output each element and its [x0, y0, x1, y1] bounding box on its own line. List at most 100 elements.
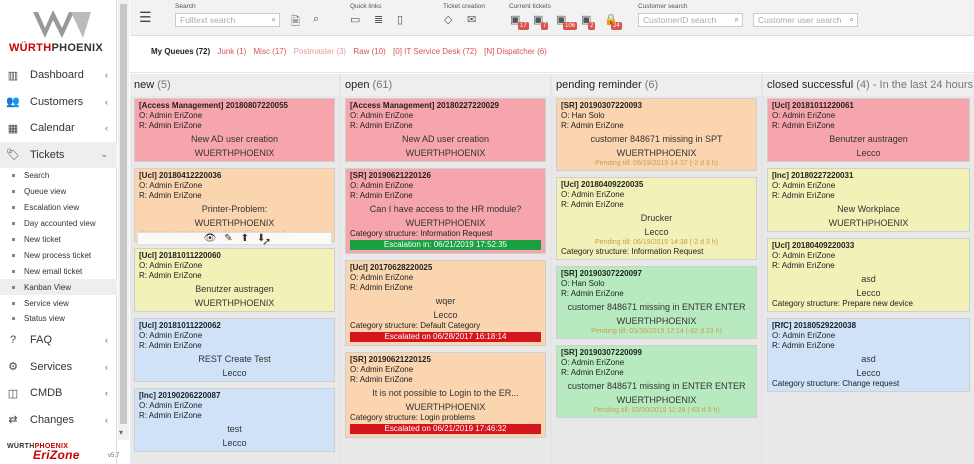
search-icon[interactable]: ⌕: [850, 14, 854, 26]
ticket-card[interactable]: [Ucl] 20180409220035 O: Admin EriZone R:…: [556, 177, 757, 260]
ticket-card[interactable]: [Ucl] 20181011220060 O: Admin EriZone R:…: [134, 248, 335, 312]
sidebar-item-cmdb[interactable]: ◫ CMDB ‹: [0, 380, 117, 407]
pending-till: Pending till: 03/30/2019 17:14 (-82 d 23…: [591, 328, 722, 335]
ticket-number[interactable]: [Ucl] 20180409220033: [772, 241, 965, 251]
column-header: closed successful (4) - In the last 24 h…: [763, 74, 974, 96]
queue-filter-it-service-desk[interactable]: [0] IT Service Desk (72): [393, 47, 477, 56]
sidebar-item-changes[interactable]: ⇄ Changes ‹: [0, 406, 117, 433]
ticket-card[interactable]: [Inc] 20190206220087 O: Admin EriZone R:…: [134, 388, 335, 452]
ticket-number[interactable]: [Ucl] 20170628220025: [350, 263, 541, 273]
ticket-number[interactable]: [SR] 20190621220125: [350, 355, 541, 365]
customer-user-search-input[interactable]: Customer user search ⌕: [753, 13, 858, 27]
book-icon[interactable]: ▯: [397, 13, 403, 26]
pending-till: Pending till: 06/19/2019 14:38 (-2 d 3 h…: [595, 239, 718, 246]
find-icon[interactable]: ⌕: [313, 13, 319, 26]
sidebar-subitem-new-process-ticket[interactable]: New process ticket: [0, 247, 117, 263]
escalation-badge: Escalated on 06/28/2017 16:18:14: [350, 332, 541, 342]
ticket-number[interactable]: [Ucl] 20180412220036: [139, 171, 330, 181]
sidebar-subitem-status-view[interactable]: Status view: [0, 311, 117, 327]
fulltext-search-input[interactable]: Fulltext search ⌕: [175, 13, 280, 27]
sidebar-item-services[interactable]: ⚙ Services ‹: [0, 353, 117, 380]
edit-icon[interactable]: ✎: [224, 233, 232, 244]
customer-id-search-input[interactable]: CustomerID search ⌕: [638, 13, 743, 27]
hamburger-menu-icon[interactable]: ☰: [139, 9, 152, 26]
sidebar-subitem-new-email-ticket[interactable]: New email ticket: [0, 263, 117, 279]
ticket-customer: WUERTHPHOENIX: [405, 218, 486, 228]
queue-filter-postmaster[interactable]: Postmaster (3): [294, 47, 346, 56]
folder-icon[interactable]: ▭: [350, 13, 360, 26]
ticket-number[interactable]: [Access Management] 20180807220055: [139, 101, 330, 111]
ticket-number[interactable]: [SR] 20190307220093: [561, 101, 752, 111]
ticket-number[interactable]: [Inc] 20190206220087: [139, 391, 330, 401]
quicklinks-label: Quick links: [350, 3, 382, 10]
ticket-number[interactable]: [Ucl] 20181011220061: [772, 101, 965, 111]
bullet-icon: [12, 301, 15, 305]
ticket-card[interactable]: [SR] 20190621220125 O: Admin EriZone R: …: [345, 352, 546, 438]
scroll-down-icon[interactable]: ▾: [119, 428, 123, 437]
logo[interactable]: WÜRTHPHOENIX: [6, 6, 118, 56]
email-icon[interactable]: ✉: [467, 13, 476, 26]
ticket-card[interactable]: [Ucl] 20181011220062 O: Admin EriZone R:…: [134, 318, 335, 382]
ticket-card[interactable]: [SR] 20190307220093 O: Han Solo R: Admin…: [556, 98, 757, 171]
ticket-count-badge: 17: [518, 22, 529, 30]
ticket-responsible: R: Admin EriZone: [139, 121, 202, 130]
ticket-number[interactable]: [SR] 20190621220126: [350, 171, 541, 181]
logo-text-phoenix: PHOENIX: [51, 42, 104, 54]
ticket-count-badge: 106: [563, 22, 578, 30]
ticket-card[interactable]: [SR] 20190307220097 O: Han Solo R: Admin…: [556, 266, 757, 339]
sidebar-subitem-search[interactable]: Search: [0, 168, 117, 184]
sidebar-subitem-escalation-view[interactable]: Escalation view: [0, 200, 117, 216]
ticket-card[interactable]: [Ucl] 20181011220061 O: Admin EriZone R:…: [767, 98, 970, 162]
ticket-card[interactable]: [Inc] 20180227220031 O: Admin EriZone R:…: [767, 168, 970, 232]
ticket-number[interactable]: [Ucl] 20180409220035: [561, 180, 752, 190]
ticket-card[interactable]: [SR] 20190307220099 O: Admin EriZone R: …: [556, 345, 757, 418]
ticket-number[interactable]: [SR] 20190307220099: [561, 348, 752, 358]
sidebar-subitem-new-ticket[interactable]: New ticket: [0, 232, 117, 248]
ticket-card[interactable]: [SR] 20190621220126 O: Admin EriZone R: …: [345, 168, 546, 254]
sidebar-subitem-kanban-view[interactable]: Kanban View: [0, 279, 117, 296]
ticket-card[interactable]: [RfC] 20180529220038 O: Admin EriZone R:…: [767, 318, 970, 392]
ticket-number[interactable]: [Inc] 20180227220031: [772, 171, 965, 181]
ticket-number[interactable]: [SR] 20190307220097: [561, 269, 752, 279]
queue-filter-raw[interactable]: Raw (10): [353, 47, 385, 56]
sidebar-nav: ▥ Dashboard ‹ 👥 Customers ‹ ▦ Calendar ‹ 🏷 Tick…: [0, 62, 117, 433]
move-up-icon[interactable]: ⬆: [241, 233, 249, 244]
ticket-customer: Lecco: [856, 288, 881, 298]
ticket-card[interactable]: [Ucl] 20180409220033 O: Admin EriZone R:…: [767, 238, 970, 312]
subitem-label: Kanban View: [24, 282, 71, 292]
queue-filter-junk[interactable]: Junk (1): [217, 47, 246, 56]
new-ticket-icon[interactable]: ◇: [444, 13, 452, 26]
sidebar-subitem-day-accounted-view[interactable]: Day accounted view: [0, 216, 117, 232]
search-icon[interactable]: ⌕: [735, 14, 739, 26]
sidebar-item-tickets[interactable]: 🏷 Tickets ⌄: [0, 141, 117, 168]
zoom-icon[interactable]: 👁: [204, 233, 217, 244]
ticket-customer: WUERTHPHOENIX: [194, 218, 275, 228]
ticket-card[interactable]: [Access Management] 20180807220055 O: Ad…: [134, 98, 335, 162]
scrollbar-thumb[interactable]: [120, 4, 127, 424]
queue-filter-misc[interactable]: Misc (17): [254, 47, 287, 56]
sidebar-subitem-queue-view[interactable]: Queue view: [0, 184, 117, 200]
ticket-card[interactable]: [Ucl] 20180412220036 O: Admin EriZone R:…: [134, 168, 335, 248]
ticket-number[interactable]: [Ucl] 20181011220062: [139, 321, 330, 331]
ticket-number[interactable]: [RfC] 20180529220038: [772, 321, 965, 331]
ticket-category: Category structure: Default Category: [350, 321, 481, 330]
ticket-owner: O: Admin EriZone: [139, 181, 203, 190]
sidebar-item-faq[interactable]: ? FAQ ‹: [0, 327, 117, 354]
sidebar-item-calendar[interactable]: ▦ Calendar ‹: [0, 115, 117, 142]
ticket-number[interactable]: [Ucl] 20181011220060: [139, 251, 330, 261]
document-search-icon[interactable]: 🗎: [291, 13, 300, 32]
sidebar-subitem-service-view[interactable]: Service view: [0, 295, 117, 311]
queue-filter-my-queues[interactable]: My Queues (72): [151, 47, 210, 56]
sidebar-item-customers[interactable]: 👥 Customers ‹: [0, 89, 117, 116]
ticket-card[interactable]: [Access Management] 20180227220029 O: Ad…: [345, 98, 546, 162]
ticket-card[interactable]: [Ucl] 20170628220025 O: Admin EriZone R:…: [345, 260, 546, 346]
sidebar-item-dashboard[interactable]: ▥ Dashboard ‹: [0, 62, 117, 89]
subitem-label: New process ticket: [24, 250, 92, 260]
list-icon[interactable]: ≣: [374, 13, 383, 26]
queue-filter-dispatcher[interactable]: [N] Dispatcher (6): [484, 47, 547, 56]
ticket-number[interactable]: [Access Management] 20180227220029: [350, 101, 541, 111]
ticket-owner: O: Han Solo: [561, 111, 605, 120]
search-icon[interactable]: ⌕: [272, 14, 276, 26]
sidebar-scrollbar[interactable]: ▾: [118, 0, 129, 440]
brand-erizone: EriZone: [33, 448, 80, 462]
